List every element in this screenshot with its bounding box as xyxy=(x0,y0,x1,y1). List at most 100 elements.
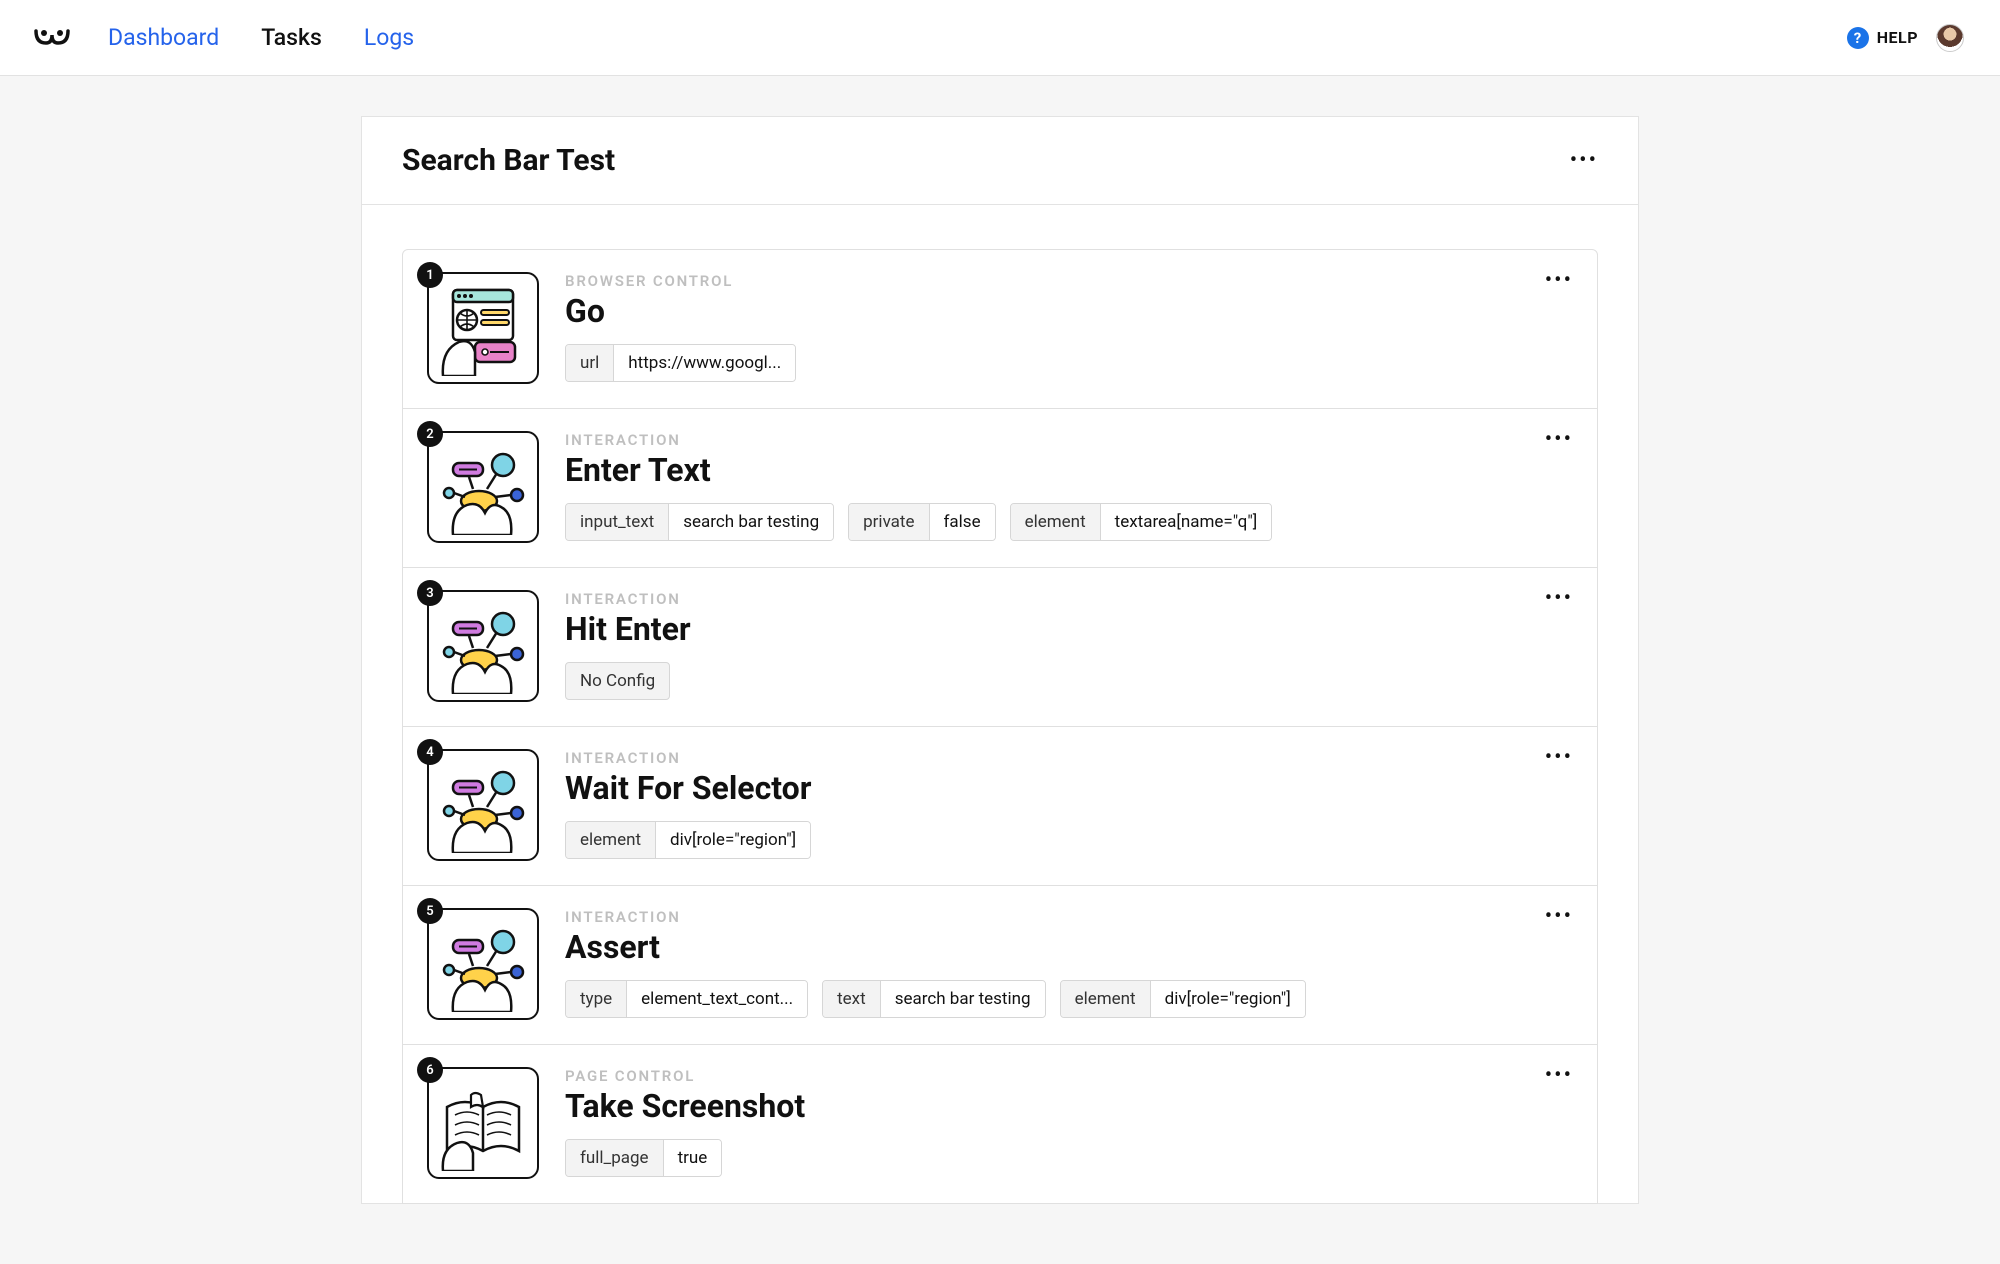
param-pair[interactable]: textsearch bar testing xyxy=(822,980,1045,1018)
help-label: HELP xyxy=(1877,28,1918,47)
param-value: search bar testing xyxy=(881,981,1045,1017)
task-step[interactable]: 2 INTERACTION Enter Text input_textsearch … xyxy=(402,408,1598,568)
interaction-icon xyxy=(427,431,539,543)
step-category: INTERACTION xyxy=(565,431,1573,449)
step-body: INTERACTION Enter Text input_textsearch ba… xyxy=(565,431,1573,543)
step-body: INTERACTION Hit Enter No Config xyxy=(565,590,1573,702)
browser-icon xyxy=(427,272,539,384)
param-pair[interactable]: elementtextarea[name="q"] xyxy=(1010,503,1273,541)
param-key: private xyxy=(849,504,929,540)
param-pair[interactable]: elementdiv[role="region"] xyxy=(1060,980,1306,1018)
step-icon-wrap: 5 xyxy=(427,908,539,1020)
param-value: https://www.googl... xyxy=(614,345,795,381)
app-logo[interactable] xyxy=(32,25,72,51)
param-pair[interactable]: elementdiv[role="region"] xyxy=(565,821,811,859)
step-params: No Config xyxy=(565,662,1573,700)
step-number-badge: 2 xyxy=(417,421,443,447)
step-title: Assert xyxy=(565,928,1573,966)
step-params: full_pagetrue xyxy=(565,1139,1573,1177)
task-step[interactable]: 4 INTERACTION Wait For Selector elementdiv… xyxy=(402,726,1598,886)
step-number-badge: 5 xyxy=(417,898,443,924)
step-more-menu[interactable]: ••• xyxy=(1545,586,1573,611)
param-value: textarea[name="q"] xyxy=(1101,504,1272,540)
step-body: PAGE CONTROL Take Screenshot full_pagetrue xyxy=(565,1067,1573,1179)
panel-more-menu[interactable]: ••• xyxy=(1570,146,1598,176)
nav-logs[interactable]: Logs xyxy=(364,24,414,51)
interaction-icon xyxy=(427,749,539,861)
param-key: input_text xyxy=(566,504,669,540)
main-nav: Dashboard Tasks Logs xyxy=(108,24,414,51)
param-pair[interactable]: urlhttps://www.googl... xyxy=(565,344,796,382)
param-key: url xyxy=(566,345,614,381)
param-pair[interactable]: input_textsearch bar testing xyxy=(565,503,834,541)
param-pair[interactable]: full_pagetrue xyxy=(565,1139,722,1177)
param-value: element_text_cont... xyxy=(627,981,807,1017)
book-icon xyxy=(427,1067,539,1179)
step-icon-wrap: 2 xyxy=(427,431,539,543)
steps-list: 1 BROWSER CONTROL Go urlhttps://www.googl.… xyxy=(362,205,1638,1204)
help-button[interactable]: ? HELP xyxy=(1847,27,1918,49)
task-step[interactable]: 6 PAGE CONTROL Take Screenshot full_pagetr… xyxy=(402,1044,1598,1204)
step-icon-wrap: 6 xyxy=(427,1067,539,1179)
nav-dashboard[interactable]: Dashboard xyxy=(108,24,219,51)
param-key: text xyxy=(823,981,881,1017)
step-title: Hit Enter xyxy=(565,610,1573,648)
topbar: Dashboard Tasks Logs ? HELP xyxy=(0,0,2000,76)
step-category: INTERACTION xyxy=(565,908,1573,926)
step-icon-wrap: 1 xyxy=(427,272,539,384)
topbar-right: ? HELP xyxy=(1847,24,1964,52)
param-pair[interactable]: privatefalse xyxy=(848,503,995,541)
step-title: Enter Text xyxy=(565,451,1573,489)
param-value: true xyxy=(664,1140,722,1176)
param-key: element xyxy=(1011,504,1101,540)
step-params: urlhttps://www.googl... xyxy=(565,344,1573,382)
main: Search Bar Test ••• 1 BROWSER CONTROL Go u… xyxy=(0,76,2000,1264)
step-icon-wrap: 3 xyxy=(427,590,539,702)
panel-header: Search Bar Test ••• xyxy=(362,117,1638,205)
nav-tasks[interactable]: Tasks xyxy=(261,24,322,51)
step-more-menu[interactable]: ••• xyxy=(1545,427,1573,452)
param-value: div[role="region"] xyxy=(656,822,810,858)
step-category: INTERACTION xyxy=(565,749,1573,767)
param-key: type xyxy=(566,981,627,1017)
param-key: element xyxy=(566,822,656,858)
step-more-menu[interactable]: ••• xyxy=(1545,268,1573,293)
step-params: typeelement_text_cont... textsearch bar t… xyxy=(565,980,1573,1018)
step-body: INTERACTION Wait For Selector elementdiv[r… xyxy=(565,749,1573,861)
step-more-menu[interactable]: ••• xyxy=(1545,904,1573,929)
step-number-badge: 6 xyxy=(417,1057,443,1083)
step-body: BROWSER CONTROL Go urlhttps://www.googl... xyxy=(565,272,1573,384)
step-more-menu[interactable]: ••• xyxy=(1545,745,1573,770)
step-category: BROWSER CONTROL xyxy=(565,272,1573,290)
step-body: INTERACTION Assert typeelement_text_cont..… xyxy=(565,908,1573,1020)
step-more-menu[interactable]: ••• xyxy=(1545,1063,1573,1088)
step-title: Wait For Selector xyxy=(565,769,1573,807)
step-category: INTERACTION xyxy=(565,590,1573,608)
step-params: input_textsearch bar testing privatefalse… xyxy=(565,503,1573,541)
step-icon-wrap: 4 xyxy=(427,749,539,861)
param-value: false xyxy=(930,504,995,540)
task-step[interactable]: 1 BROWSER CONTROL Go urlhttps://www.googl.… xyxy=(402,249,1598,409)
param-value: search bar testing xyxy=(669,504,833,540)
step-title: Go xyxy=(565,292,1573,330)
step-number-badge: 3 xyxy=(417,580,443,606)
task-step[interactable]: 3 INTERACTION Hit Enter No Config ••• xyxy=(402,567,1598,727)
param-key: full_page xyxy=(566,1140,664,1176)
step-number-badge: 1 xyxy=(417,262,443,288)
help-icon: ? xyxy=(1847,27,1869,49)
interaction-icon xyxy=(427,590,539,702)
param-pair[interactable]: typeelement_text_cont... xyxy=(565,980,808,1018)
task-step[interactable]: 5 INTERACTION Assert typeelement_text_cont… xyxy=(402,885,1598,1045)
step-title: Take Screenshot xyxy=(565,1087,1573,1125)
page-title: Search Bar Test xyxy=(402,143,615,178)
step-params: elementdiv[role="region"] xyxy=(565,821,1573,859)
topbar-left: Dashboard Tasks Logs xyxy=(32,24,414,51)
param-noconfig: No Config xyxy=(565,662,670,700)
task-panel: Search Bar Test ••• 1 BROWSER CONTROL Go u… xyxy=(361,116,1639,1204)
interaction-icon xyxy=(427,908,539,1020)
step-number-badge: 4 xyxy=(417,739,443,765)
param-key: element xyxy=(1061,981,1151,1017)
param-value: div[role="region"] xyxy=(1151,981,1305,1017)
step-category: PAGE CONTROL xyxy=(565,1067,1573,1085)
user-avatar[interactable] xyxy=(1936,24,1964,52)
